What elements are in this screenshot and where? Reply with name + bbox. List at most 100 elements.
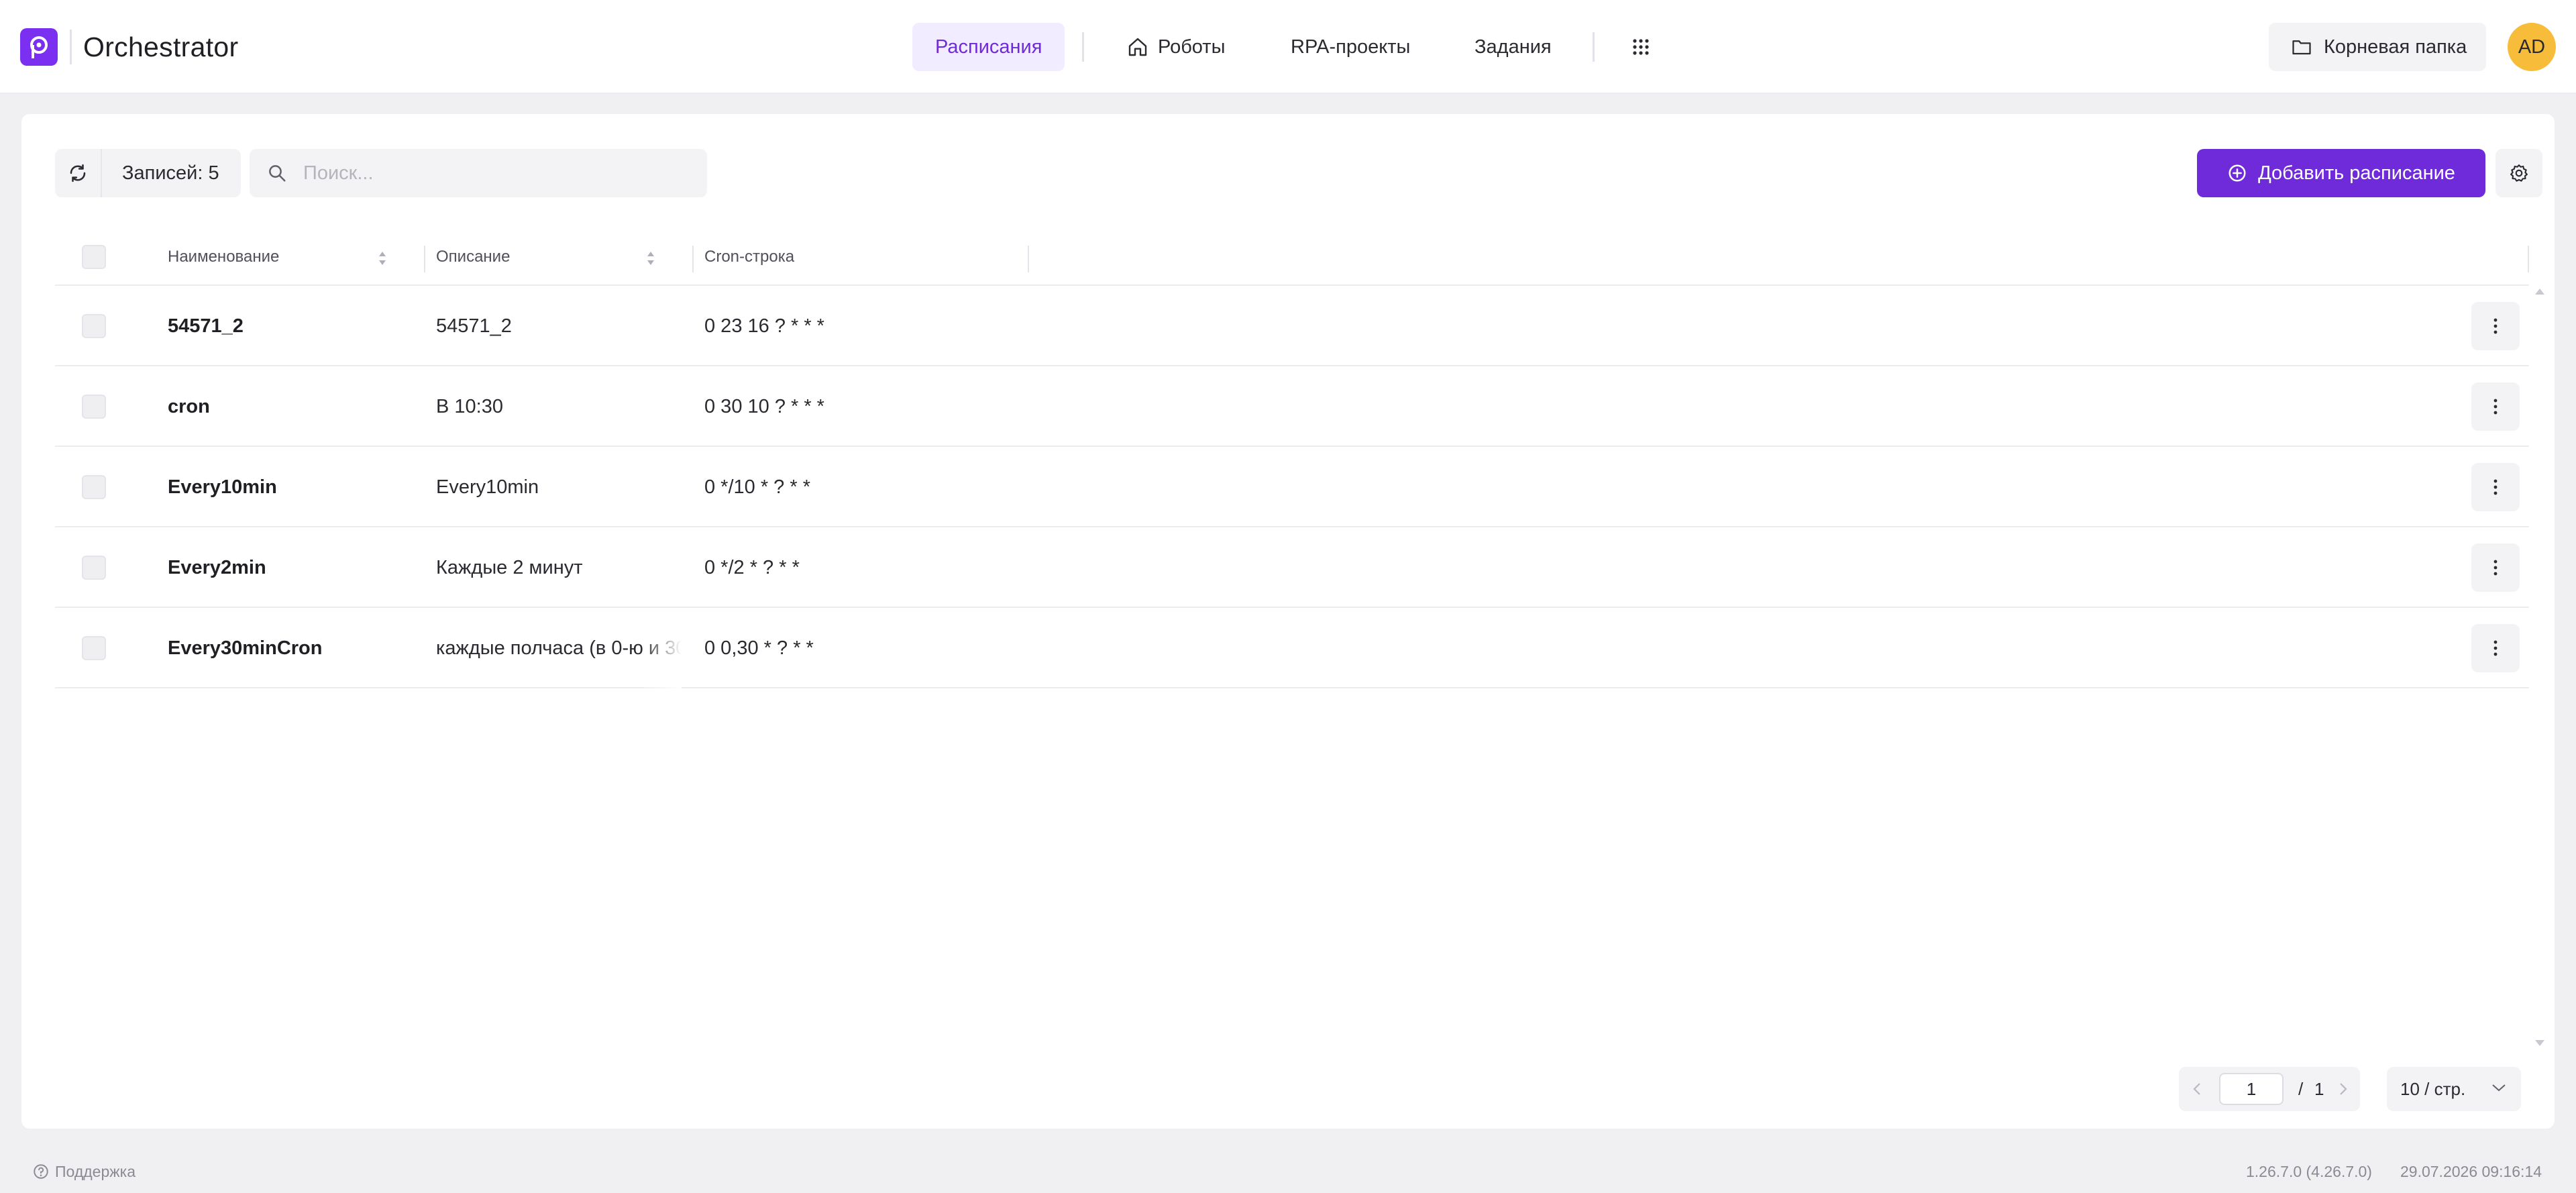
refresh-button[interactable] — [55, 149, 102, 197]
row-checkbox[interactable] — [82, 636, 106, 660]
table-row[interactable]: Every30minCron каждые полчаса (в 0-ю и 3… — [55, 608, 2529, 688]
more-vertical-icon — [2493, 399, 2498, 415]
schedule-name: Every2min — [168, 556, 266, 578]
add-schedule-button[interactable]: Добавить расписание — [2197, 149, 2485, 197]
refresh-icon — [70, 164, 86, 183]
row-actions-button[interactable] — [2471, 302, 2520, 350]
row-checkbox[interactable] — [82, 556, 106, 580]
support-link[interactable]: Поддержка — [32, 1158, 136, 1185]
select-all-checkbox[interactable] — [82, 245, 106, 269]
grid-icon — [1633, 39, 1649, 55]
column-divider[interactable] — [1028, 246, 1029, 272]
user-avatar[interactable]: AD — [2508, 23, 2556, 71]
description-text: Каждые 2 минут — [436, 556, 583, 578]
row-actions-button[interactable] — [2471, 624, 2520, 672]
sort-icon[interactable] — [377, 248, 388, 268]
description-text: 54571_2 — [436, 315, 512, 337]
apps-grid-button[interactable] — [1627, 23, 1654, 71]
schedule-cron: 0 30 10 ? * * * — [704, 395, 824, 417]
help-circle-icon — [34, 1164, 48, 1179]
row-checkbox[interactable] — [82, 395, 106, 419]
search-icon — [269, 165, 286, 182]
root-folder-button[interactable]: Корневая папка — [2269, 23, 2486, 71]
app-header: Orchestrator Расписания Роботы RPA-проек… — [0, 0, 2576, 94]
prev-page-button[interactable] — [2187, 1079, 2207, 1099]
column-divider — [2528, 246, 2529, 272]
app-version: 1.26.7.0 (4.26.7.0) — [2246, 1162, 2372, 1180]
nav-tab-label: Задания — [1474, 36, 1552, 58]
schedule-description: В 10:30 — [436, 366, 682, 447]
support-label: Поддержка — [55, 1162, 136, 1180]
search-field[interactable] — [250, 149, 707, 197]
nav-tab-schedules[interactable]: Расписания — [912, 23, 1065, 71]
description-text: В 10:30 — [436, 395, 503, 417]
plus-circle-icon — [2229, 164, 2246, 182]
schedule-cron: 0 23 16 ? * * * — [704, 315, 824, 337]
row-actions-button[interactable] — [2471, 382, 2520, 431]
table-row[interactable]: cron В 10:30 0 30 10 ? * * * — [55, 366, 2529, 447]
more-vertical-icon — [2493, 479, 2498, 495]
schedule-name: 54571_2 — [168, 315, 244, 337]
row-checkbox[interactable] — [82, 314, 106, 338]
row-actions-button[interactable] — [2471, 463, 2520, 511]
description-text: Every10min — [436, 476, 539, 498]
home-icon — [1128, 38, 1147, 56]
table-row[interactable]: 54571_2 54571_2 0 23 16 ? * * * — [55, 286, 2529, 366]
orchestrator-logo-icon[interactable] — [20, 28, 58, 66]
folder-icon — [2292, 40, 2311, 55]
schedules-table: Наименование Описание Cron-строка 54571_… — [55, 228, 2529, 688]
column-header-name[interactable]: Наименование — [168, 228, 279, 286]
records-toolbar: Записей: 5 — [55, 149, 241, 197]
nav-tab-label: Роботы — [1158, 36, 1226, 58]
total-pages: 1 — [2314, 1078, 2324, 1099]
nav-tab-robots[interactable]: Роботы — [1127, 23, 1225, 71]
pagination: / 1 — [2179, 1067, 2360, 1111]
page-size-select[interactable]: 10 / стр. — [2387, 1067, 2521, 1111]
column-divider[interactable] — [424, 246, 425, 272]
row-checkbox[interactable] — [82, 475, 106, 499]
table-header: Наименование Описание Cron-строка — [55, 228, 2529, 286]
chevron-left-icon — [2193, 1083, 2200, 1095]
server-datetime: 29.07.2026 09:16:14 — [2400, 1162, 2542, 1180]
nav-tab-rpa-projects[interactable]: RPA-проекты — [1291, 23, 1410, 71]
table-row[interactable]: Every10min Every10min 0 */10 * ? * * — [55, 447, 2529, 527]
more-vertical-icon — [2493, 640, 2498, 656]
page-separator: / — [2298, 1078, 2304, 1099]
column-divider[interactable] — [692, 246, 694, 272]
scroll-up-arrow[interactable] — [2535, 289, 2544, 295]
schedule-cron: 0 0,30 * ? * * — [704, 637, 814, 659]
gear-icon — [2510, 164, 2528, 182]
nav-tab-label: RPA-проекты — [1291, 36, 1411, 58]
scroll-down-arrow[interactable] — [2535, 1040, 2544, 1046]
logo-divider — [70, 30, 72, 64]
row-actions-button[interactable] — [2471, 543, 2520, 592]
schedule-name: Every10min — [168, 476, 277, 498]
app-title: Orchestrator — [83, 32, 239, 62]
schedule-cron: 0 */2 * ? * * — [704, 556, 800, 578]
column-header-description[interactable]: Описание — [436, 228, 510, 286]
nav-divider — [1082, 32, 1084, 62]
chevron-down-icon — [2492, 1084, 2506, 1092]
more-vertical-icon — [2493, 560, 2498, 576]
sort-icon[interactable] — [645, 248, 656, 268]
nav-tab-tasks[interactable]: Задания — [1474, 23, 1552, 71]
page-number-input[interactable] — [2219, 1073, 2284, 1105]
records-count: Записей: 5 — [102, 149, 241, 197]
schedule-name: cron — [168, 395, 210, 417]
schedules-card: Записей: 5 Добавить расписание Наименова… — [21, 114, 2555, 1129]
schedule-description: 54571_2 — [436, 286, 682, 366]
schedule-description: Каждые 2 минут — [436, 527, 682, 608]
nav-divider — [1593, 32, 1595, 62]
schedule-name: Every30minCron — [168, 637, 323, 659]
more-vertical-icon — [2493, 318, 2498, 334]
next-page-button[interactable] — [2333, 1079, 2353, 1099]
schedule-description: Every10min — [436, 447, 682, 527]
chevron-right-icon — [2340, 1083, 2347, 1095]
app-footer: Поддержка 1.26.7.0 (4.26.7.0) 29.07.2026… — [0, 1151, 2576, 1193]
root-folder-label: Корневая папка — [2324, 36, 2467, 58]
table-settings-button[interactable] — [2496, 149, 2542, 197]
search-input[interactable] — [303, 162, 692, 185]
add-schedule-label: Добавить расписание — [2258, 162, 2455, 184]
table-row[interactable]: Every2min Каждые 2 минут 0 */2 * ? * * — [55, 527, 2529, 608]
column-header-cron[interactable]: Cron-строка — [704, 228, 794, 286]
